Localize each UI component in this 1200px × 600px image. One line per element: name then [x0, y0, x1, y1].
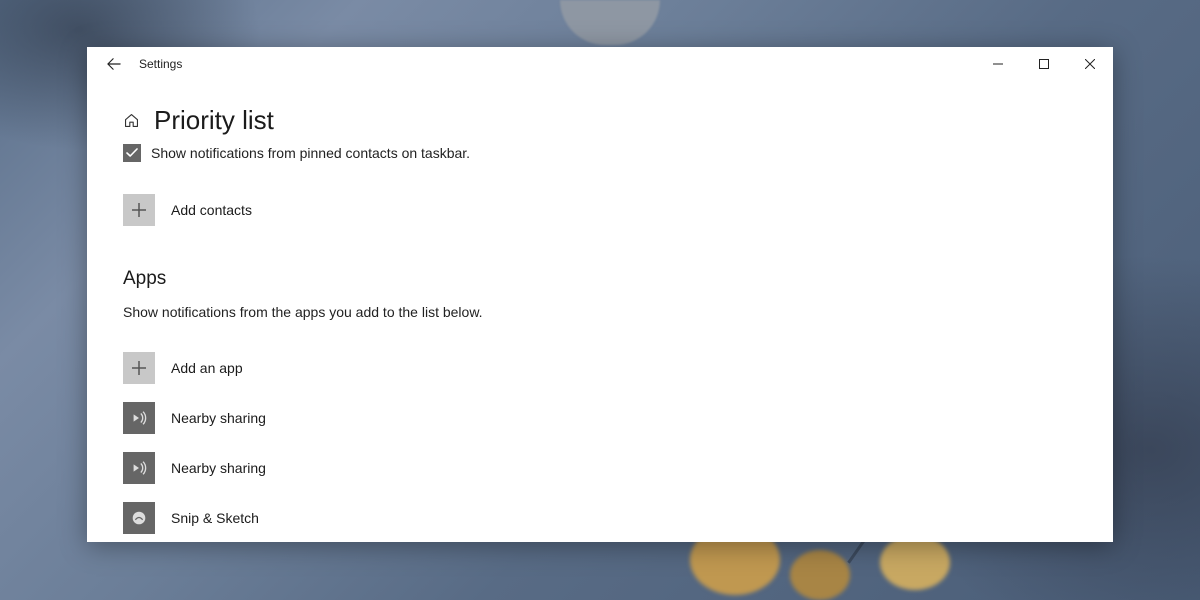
apps-description: Show notifications from the apps you add… — [123, 304, 1077, 320]
pinned-contacts-checkbox[interactable]: Show notifications from pinned contacts … — [123, 144, 1077, 162]
maximize-icon — [1039, 59, 1049, 69]
apps-heading: Apps — [123, 268, 1077, 290]
page-title: Priority list — [154, 105, 274, 136]
nearby-sharing-icon — [123, 402, 155, 434]
plus-icon — [123, 352, 155, 384]
title-bar: Settings — [87, 47, 1113, 81]
minimize-button[interactable] — [975, 47, 1021, 81]
back-button[interactable] — [97, 47, 131, 81]
close-button[interactable] — [1067, 47, 1113, 81]
nearby-sharing-icon — [123, 452, 155, 484]
page-content: Priority list Show notifications from pi… — [87, 81, 1113, 542]
app-item-label: Nearby sharing — [171, 460, 266, 476]
app-list-item[interactable]: Nearby sharing — [123, 402, 1077, 434]
add-contacts-button[interactable]: Add contacts — [123, 194, 1077, 226]
add-app-button[interactable]: Add an app — [123, 352, 1077, 384]
maximize-button[interactable] — [1021, 47, 1067, 81]
app-item-label: Snip & Sketch — [171, 510, 259, 526]
plus-icon — [123, 194, 155, 226]
minimize-icon — [993, 59, 1003, 69]
back-arrow-icon — [107, 57, 121, 71]
checkbox-checked-icon — [123, 144, 141, 162]
add-contacts-label: Add contacts — [171, 202, 252, 218]
add-app-label: Add an app — [171, 360, 243, 376]
settings-window: Settings Priority list Show notificatio — [87, 47, 1113, 542]
app-list-item[interactable]: Nearby sharing — [123, 452, 1077, 484]
app-list-item[interactable]: Snip & Sketch — [123, 502, 1077, 534]
home-icon[interactable] — [123, 112, 140, 129]
close-icon — [1085, 59, 1095, 69]
window-title: Settings — [139, 57, 182, 71]
app-item-label: Nearby sharing — [171, 410, 266, 426]
snip-sketch-icon — [123, 502, 155, 534]
checkbox-label: Show notifications from pinned contacts … — [151, 145, 470, 161]
